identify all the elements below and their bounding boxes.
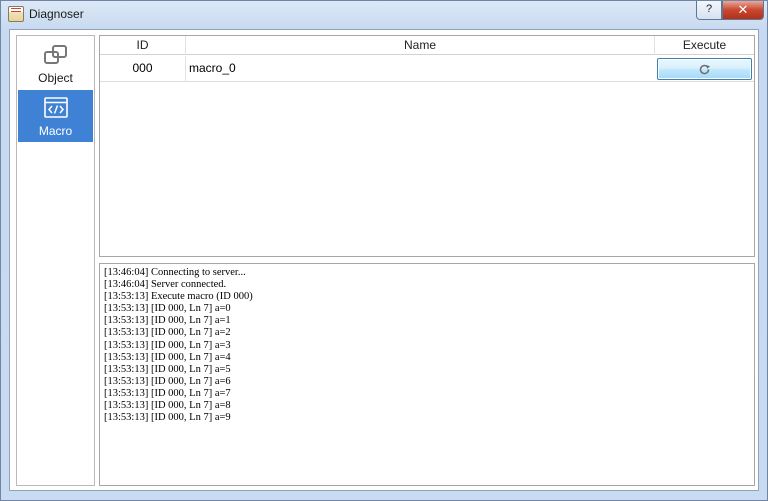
log-line: [13:46:04] Connecting to server... (104, 267, 246, 278)
column-header-execute[interactable]: Execute (655, 36, 754, 55)
log-line: [13:53:13] Execute macro (ID 000) (104, 291, 253, 303)
log-line: [13:53:13] [ID 000, Ln 7] a=9 (104, 412, 231, 424)
log-output[interactable]: [13:46:04] Connecting to server... [13:46… (99, 263, 755, 486)
table-header: ID Name Execute (100, 36, 754, 55)
row-name: macro_0 (189, 61, 236, 75)
log-line: [13:53:13] [ID 000, Ln 7] a=3 (104, 339, 231, 351)
execute-button[interactable] (657, 58, 752, 80)
log-line: [13:46:04] Server connected. (104, 279, 227, 291)
log-line: [13:53:13] [ID 000, Ln 7] a=4 (104, 351, 231, 363)
client-area: Object Macro ID Name Execute 000 macro_0… (9, 29, 759, 491)
title-bar[interactable]: Diagnoser ? ✕ (1, 1, 767, 28)
help-button[interactable]: ? (696, 1, 722, 20)
diagnoser-window: Diagnoser ? ✕ Object Macro ID Name Execu… (0, 0, 768, 501)
window-title: Diagnoser (29, 7, 84, 21)
macro-table: ID Name Execute 000 macro_0 (99, 35, 755, 257)
log-line: [13:53:13] [ID 000, Ln 7] a=2 (104, 327, 231, 339)
log-line: [13:53:13] [ID 000, Ln 7] a=8 (104, 400, 231, 412)
row-id: 000 (100, 56, 186, 82)
app-icon (8, 6, 24, 22)
column-header-id[interactable]: ID (100, 36, 186, 55)
object-icon (44, 45, 67, 64)
window-bottom-frame (1, 492, 767, 500)
sidebar-item-object[interactable]: Object (18, 37, 93, 89)
run-refresh-icon (699, 64, 710, 75)
log-line: [13:53:13] [ID 000, Ln 7] a=1 (104, 315, 231, 327)
sidebar-item-label: Macro (38, 124, 73, 138)
sidebar-item-label: Object (38, 71, 73, 85)
log-line: [13:53:13] [ID 000, Ln 7] a=7 (104, 387, 231, 399)
macro-code-icon (44, 97, 68, 118)
sidebar: Object Macro (16, 35, 95, 486)
column-header-name[interactable]: Name (186, 36, 655, 55)
table-row[interactable]: 000 macro_0 (100, 56, 754, 82)
sidebar-item-macro[interactable]: Macro (18, 90, 93, 142)
log-line: [13:53:13] [ID 000, Ln 7] a=5 (104, 363, 231, 375)
log-line: [13:53:13] [ID 000, Ln 7] a=0 (104, 303, 231, 315)
close-button[interactable]: ✕ (722, 1, 764, 20)
log-line: [13:53:13] [ID 000, Ln 7] a=6 (104, 375, 231, 387)
